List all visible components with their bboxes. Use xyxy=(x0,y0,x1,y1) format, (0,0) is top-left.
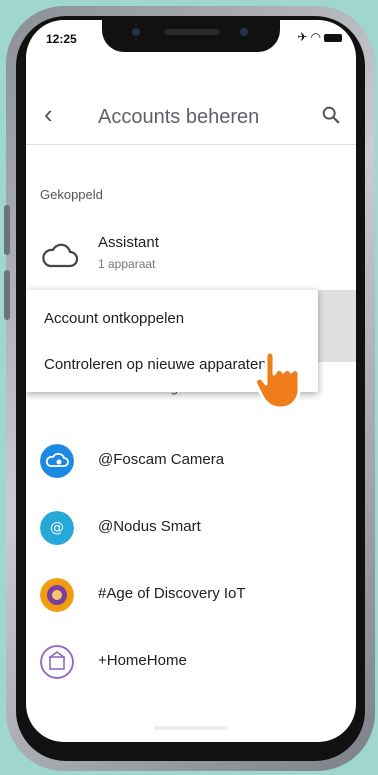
service-row-homehome[interactable]: +HomeHome xyxy=(26,631,356,691)
search-icon[interactable] xyxy=(320,104,342,126)
back-arrow-icon[interactable]: ‹ xyxy=(44,99,53,130)
home-indicator xyxy=(154,726,228,730)
notch xyxy=(102,20,280,52)
app-bar: ‹ Accounts beheren xyxy=(26,84,356,145)
service-row-nodus[interactable]: @ @Nodus Smart xyxy=(26,497,356,557)
front-camera xyxy=(132,28,140,36)
service-label: #Age of Discovery IoT xyxy=(98,585,246,602)
cloud-icon xyxy=(42,243,79,268)
wifi-icon: ◠ xyxy=(310,30,324,44)
account-subtitle: 1 apparaat xyxy=(98,257,156,271)
account-name: Assistant xyxy=(98,234,159,251)
volume-up-button xyxy=(4,205,10,255)
phone-screen: 12:25 ✈◠ ‹ Accounts beheren Gekoppeld As… xyxy=(26,20,356,742)
service-row-aod[interactable]: #Age of Discovery IoT xyxy=(26,564,356,624)
menu-item-check-new-devices[interactable]: Controleren op nieuwe apparaten xyxy=(44,356,267,373)
speaker xyxy=(164,29,220,35)
status-time: 12:25 xyxy=(46,32,77,46)
linked-account-row[interactable]: Assistant 1 apparaat xyxy=(26,220,356,290)
menu-item-unlink-account[interactable]: Account ontkoppelen xyxy=(44,310,184,327)
pointing-hand-icon xyxy=(254,350,301,410)
status-icons: ✈◠ xyxy=(297,30,342,44)
service-row-foscam[interactable]: @Foscam Camera xyxy=(26,430,356,490)
volume-down-button xyxy=(4,270,10,320)
page-title: Accounts beheren xyxy=(98,106,260,128)
service-label: +HomeHome xyxy=(98,652,187,669)
service-label: @Foscam Camera xyxy=(98,451,225,468)
linked-section-label: Gekoppeld xyxy=(40,187,103,202)
aod-icon xyxy=(40,578,74,612)
airplane-icon: ✈ xyxy=(297,30,311,44)
cloud-camera-icon xyxy=(40,444,74,478)
nodus-icon: @ xyxy=(40,511,74,545)
homehome-icon xyxy=(40,645,74,679)
service-label: @Nodus Smart xyxy=(98,518,201,535)
battery-icon xyxy=(324,33,342,42)
svg-text:@: @ xyxy=(50,520,64,536)
sensor xyxy=(240,28,248,36)
